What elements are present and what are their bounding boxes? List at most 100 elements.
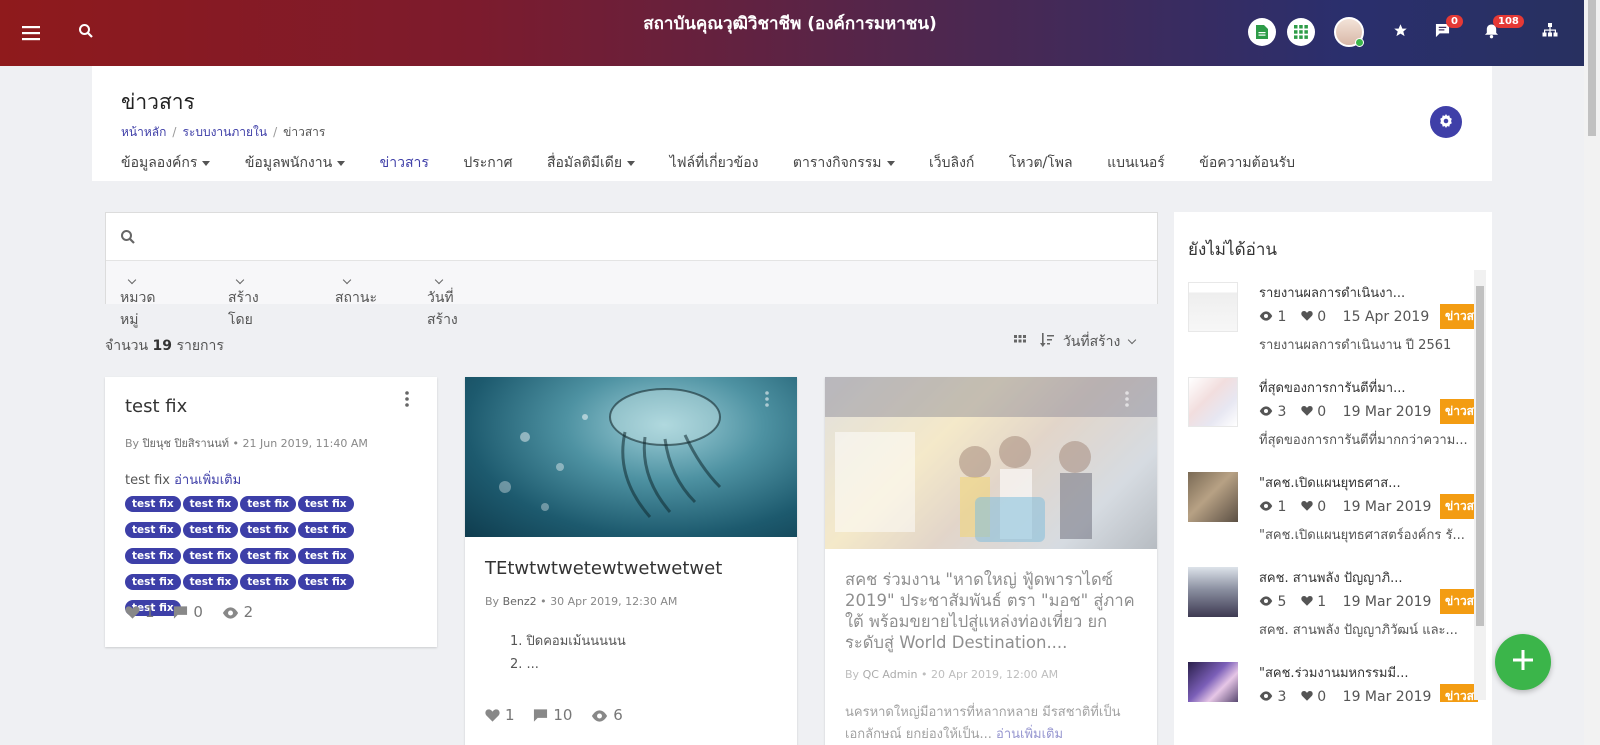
tag[interactable]: test fix: [297, 548, 354, 564]
search-icon[interactable]: [78, 23, 94, 43]
card-image-jellyfish[interactable]: [465, 377, 797, 537]
notification-badge: 108: [1493, 15, 1524, 28]
avatar[interactable]: [1334, 17, 1364, 47]
unread-scrollbar[interactable]: [1474, 270, 1486, 700]
settings-button[interactable]: [1430, 106, 1462, 138]
plus-icon: [1511, 648, 1535, 676]
chat-badge: 0: [1446, 15, 1463, 28]
tag[interactable]: test fix: [297, 522, 354, 538]
tag[interactable]: test fix: [182, 574, 239, 590]
item-stats: 5 1 19 Mar 2019: [1259, 594, 1431, 610]
tag[interactable]: test fix: [182, 522, 239, 538]
card-title[interactable]: TEtwtwtwetewtwetwetwet: [485, 558, 722, 579]
list-item[interactable]: รายงานผลการดำเนินงา... 1 0 15 Apr 2019 ข…: [1188, 282, 1478, 362]
heart-icon[interactable]: [485, 708, 500, 726]
menu-vote-poll[interactable]: โหวต/โพล: [1009, 152, 1073, 174]
item-description: ที่สุดของการการันตีที่มากกว่าความ...: [1259, 433, 1468, 448]
tag[interactable]: test fix: [240, 522, 296, 538]
breadcrumb: หน้าหลัก / ระบบงานภายใน / ข่าวสาร: [121, 125, 326, 139]
add-news-button[interactable]: [1495, 634, 1551, 690]
tag[interactable]: test fix: [297, 496, 354, 512]
thumbnail-image: [1188, 567, 1238, 617]
comment-icon[interactable]: [173, 605, 188, 623]
apps-grid-icon[interactable]: [1287, 18, 1315, 46]
menu-employee-info[interactable]: ข้อมูลพนักงาน: [245, 152, 346, 174]
menu-related-files[interactable]: ไฟล์ที่เกี่ยวข้อง: [670, 152, 759, 174]
breadcrumb-home[interactable]: หน้าหลัก: [121, 125, 166, 139]
tag[interactable]: test fix: [182, 496, 239, 512]
card-title[interactable]: test fix: [125, 396, 187, 417]
tag[interactable]: test fix: [125, 522, 181, 538]
item-title: สคช. สานพลัง ปัญญาภิ...: [1259, 571, 1403, 586]
scrollbar-thumb[interactable]: [1588, 0, 1596, 136]
breadcrumb-current: ข่าวสาร: [283, 125, 326, 139]
item-title: "สคช.เปิดแผนยุทธศาส...: [1259, 476, 1401, 491]
star-icon[interactable]: [1393, 23, 1408, 42]
gear-icon: [1439, 113, 1453, 132]
tag[interactable]: test fix: [182, 548, 239, 564]
kebab-icon[interactable]: [405, 391, 409, 411]
menu-web-links[interactable]: เว็บลิงก์: [929, 152, 974, 174]
filter-created-date[interactable]: วันที่สร้าง: [427, 274, 458, 328]
tag[interactable]: test fix: [297, 574, 354, 590]
tag[interactable]: test fix: [125, 548, 181, 564]
list-item[interactable]: "สคช.ร่วมงานมหกรรมมี... 3 0 19 Mar 2019 …: [1188, 662, 1478, 702]
breadcrumb-internal[interactable]: ระบบงานภายใน: [182, 125, 267, 139]
module-menu: ข้อมูลองค์กร ข้อมูลพนักงาน ข่าวสาร ประกา…: [121, 152, 1325, 174]
tag[interactable]: test fix: [240, 496, 296, 512]
news-card[interactable]: TEtwtwtwetewtwetwetwet By Benz2 • 30 Apr…: [465, 377, 797, 745]
heart-icon[interactable]: [125, 605, 140, 623]
comment-icon[interactable]: [533, 708, 548, 726]
item-description: รายงานผลการดำเนินงาน ปี 2561: [1259, 338, 1452, 353]
menu-multimedia[interactable]: สื่อมัลติมีเดีย: [547, 152, 636, 174]
heart-icon: [1301, 404, 1313, 420]
online-status-dot: [1355, 38, 1364, 47]
tag[interactable]: test fix: [125, 496, 181, 512]
read-more-link[interactable]: อ่านเพิ่มเติม: [174, 473, 241, 488]
page-scrollbar[interactable]: [1584, 0, 1600, 745]
read-more-link[interactable]: อ่านเพิ่มเติม: [996, 727, 1063, 742]
chevron-down-icon: [127, 275, 137, 285]
card-image-event[interactable]: [825, 377, 1157, 549]
search-input[interactable]: [146, 221, 1136, 251]
tag[interactable]: test fix: [240, 548, 296, 564]
tag[interactable]: test fix: [125, 574, 181, 590]
thumbnail-image: [1188, 282, 1238, 332]
kebab-icon[interactable]: [1125, 391, 1129, 411]
list-item: 2. ...: [510, 657, 539, 672]
menu-icon[interactable]: [20, 22, 42, 44]
card-title[interactable]: สคช ร่วมงาน "หาดใหญ่ ฟู้ดพาราไดซ์ 2019" …: [845, 569, 1143, 655]
menu-welcome-message[interactable]: ข้อความต้อนรับ: [1199, 152, 1295, 174]
chevron-down-icon: [434, 275, 444, 285]
tag[interactable]: test fix: [240, 574, 296, 590]
page-header: ข่าวสาร หน้าหลัก / ระบบงานภายใน / ข่าวสาร ข้…: [92, 66, 1492, 181]
menu-banner[interactable]: แบนเนอร์: [1107, 152, 1165, 174]
category-badge: ข่าวสาร: [1440, 304, 1478, 329]
menu-announcement[interactable]: ประกาศ: [463, 152, 512, 174]
news-card[interactable]: สคช ร่วมงาน "หาดใหญ่ ฟู้ดพาราไดซ์ 2019" …: [825, 377, 1157, 745]
kebab-icon[interactable]: [765, 391, 769, 411]
filter-status[interactable]: สถานะ: [335, 274, 377, 306]
filter-created-by[interactable]: สร้างโดย: [228, 274, 259, 328]
menu-news[interactable]: ข่าวสาร: [380, 152, 429, 174]
filter-bar: หมวดหมู่ สร้างโดย สถานะ วันที่สร้าง: [106, 260, 1157, 328]
grid-view-icon[interactable]: [1014, 335, 1026, 351]
menu-activity-schedule[interactable]: ตารางกิจกรรม: [793, 152, 895, 174]
heart-icon: [1301, 689, 1313, 702]
list-item[interactable]: "สคช.เปิดแผนยุทธศาส... 1 0 19 Mar 2019 ข…: [1188, 472, 1478, 552]
list-item[interactable]: สคช. สานพลัง ปัญญาภิ... 5 1 19 Mar 2019 …: [1188, 567, 1478, 647]
card-excerpt: นครหาดใหญ่มีอาหารที่หลากหลาย มีรสชาติที่…: [845, 705, 1121, 742]
sort-dropdown[interactable]: วันที่สร้าง: [1040, 333, 1137, 350]
filter-category[interactable]: หมวดหมู่: [120, 274, 155, 328]
scrollbar-thumb[interactable]: [1476, 286, 1484, 626]
list-item[interactable]: ที่สุดของการการันตีที่มา... 3 0 19 Mar 2…: [1188, 377, 1478, 457]
sitemap-icon[interactable]: [1542, 23, 1558, 42]
category-badge: ข่าวสาร: [1440, 494, 1478, 519]
menu-org-info[interactable]: ข้อมูลองค์กร: [121, 152, 211, 174]
page-title: ข่าวสาร: [121, 90, 195, 114]
item-description: สคช. สานพลัง ปัญญาภิวัฒน์ และ...: [1259, 623, 1458, 638]
item-description: "สคช.เปิดแผนยุทธศาสตร์องค์กร รั...: [1259, 528, 1465, 543]
heart-icon: [1301, 309, 1313, 325]
document-icon[interactable]: [1248, 18, 1276, 46]
news-card[interactable]: test fix By ปิยนุช ปิยสิรานนท์ • 21 Jun …: [105, 377, 437, 647]
